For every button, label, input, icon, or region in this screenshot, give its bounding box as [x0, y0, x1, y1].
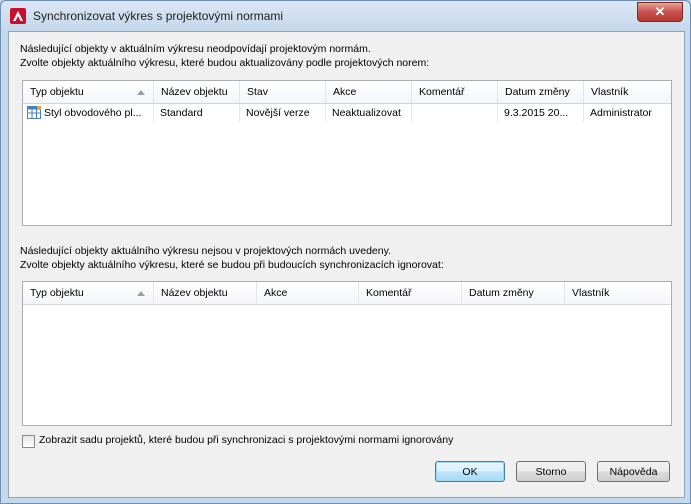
- ok-button[interactable]: OK: [435, 461, 505, 482]
- cell-akce[interactable]: Neaktualizovat: [326, 104, 412, 122]
- nonconforming-objects-table[interactable]: Typ objektu Název objektu Stav Akce Kome…: [22, 80, 672, 226]
- column-header-typ-objektu[interactable]: Typ objektu: [23, 81, 154, 103]
- close-button[interactable]: ✕: [637, 2, 683, 22]
- cancel-button[interactable]: Storno: [516, 461, 586, 482]
- section1-description-line2: Zvolte objekty aktuálního výkresu, které…: [20, 57, 430, 69]
- cell-komentar[interactable]: [412, 104, 498, 122]
- column-header-typ-objektu[interactable]: Typ objektu: [23, 282, 154, 304]
- section1-description-line1: Následující objekty v aktuálním výkresu …: [20, 43, 371, 55]
- column-header-vlastnik[interactable]: Vlastník: [584, 81, 671, 103]
- column-header-datum-zmeny[interactable]: Datum změny: [498, 81, 584, 103]
- help-button[interactable]: Nápověda: [597, 461, 670, 482]
- column-header-datum-zmeny[interactable]: Datum změny: [462, 282, 565, 304]
- column-header-komentar[interactable]: Komentář: [412, 81, 498, 103]
- sort-ascending-icon: [137, 90, 145, 95]
- cell-nazev-objektu: Standard: [154, 104, 240, 122]
- title-bar[interactable]: Synchronizovat výkres s projektovými nor…: [1, 1, 690, 31]
- show-ignored-checkbox[interactable]: [22, 435, 35, 448]
- column-header-akce[interactable]: Akce: [257, 282, 359, 304]
- sort-ascending-icon: [137, 291, 145, 296]
- column-header-akce[interactable]: Akce: [326, 81, 412, 103]
- table-header: Typ objektu Název objektu Akce Komentář …: [23, 282, 671, 305]
- column-header-nazev-objektu[interactable]: Název objektu: [154, 282, 257, 304]
- ignored-objects-table[interactable]: Typ objektu Název objektu Akce Komentář …: [22, 281, 672, 426]
- column-header-vlastnik[interactable]: Vlastník: [565, 282, 671, 304]
- table-header: Typ objektu Název objektu Stav Akce Kome…: [23, 81, 671, 104]
- column-header-komentar[interactable]: Komentář: [359, 282, 462, 304]
- cell-datum-zmeny: 9.3.2015 20...: [498, 104, 584, 122]
- table-style-icon: [27, 106, 41, 119]
- table-row[interactable]: Styl obvodového pl... Standard Novější v…: [24, 104, 669, 122]
- cell-typ-objektu: Styl obvodového pl...: [40, 104, 154, 122]
- column-header-stav[interactable]: Stav: [240, 81, 326, 103]
- show-ignored-checkbox-label[interactable]: Zobrazit sadu projektů, které budou při …: [39, 434, 453, 446]
- cell-vlastnik: Administrator: [590, 107, 652, 119]
- dialog-client-area: Následující objekty v aktuálním výkresu …: [8, 31, 685, 498]
- dialog-window: Synchronizovat výkres s projektovými nor…: [0, 0, 691, 504]
- autocad-app-icon: [10, 8, 26, 24]
- section2-description-line2: Zvolte objekty aktuálního výkresu, které…: [20, 259, 444, 271]
- close-icon: ✕: [654, 4, 666, 19]
- cell-stav: Novější verze: [240, 104, 326, 122]
- window-title: Synchronizovat výkres s projektovými nor…: [33, 9, 284, 23]
- section2-description-line1: Následující objekty aktuálního výkresu n…: [20, 245, 392, 257]
- column-header-nazev-objektu[interactable]: Název objektu: [154, 81, 240, 103]
